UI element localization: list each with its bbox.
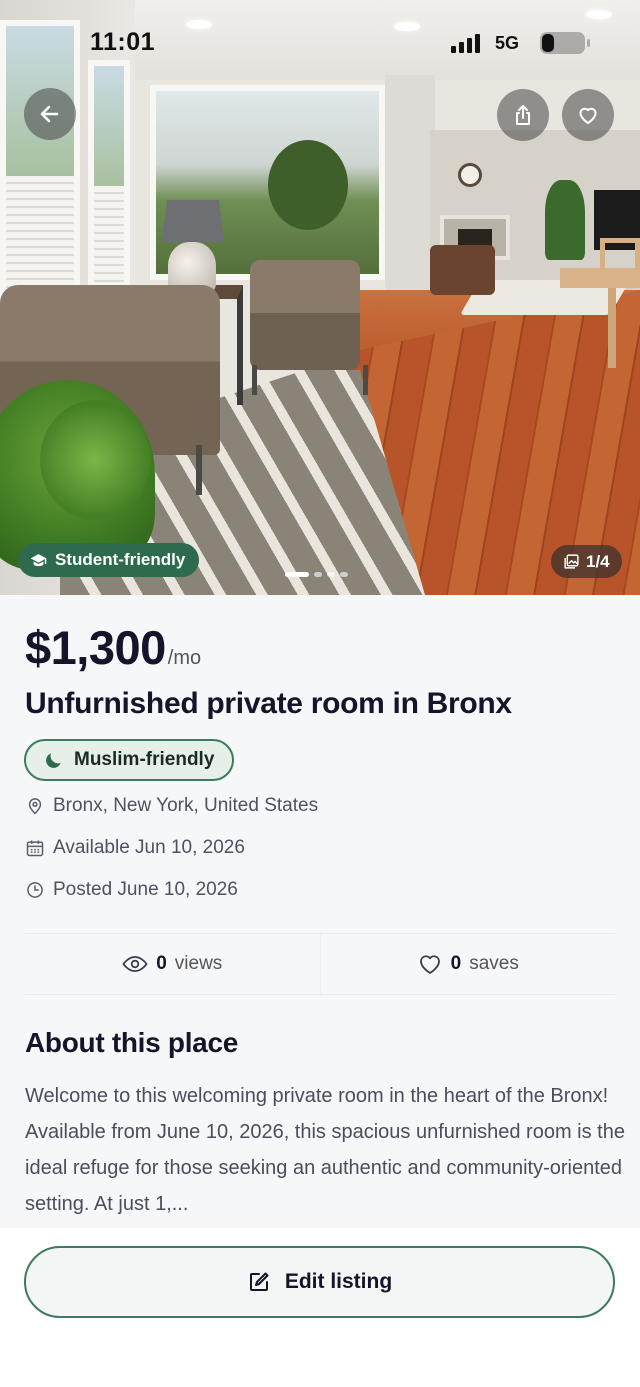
photo-couch bbox=[430, 245, 495, 295]
heart-icon bbox=[579, 107, 597, 124]
price-amount: $1,300 bbox=[25, 621, 166, 674]
about-heading: About this place bbox=[25, 1027, 238, 1058]
photo-armchair bbox=[250, 260, 368, 395]
arrow-left-icon bbox=[40, 105, 59, 123]
listing-availability: Available Jun 10, 2026 bbox=[25, 837, 245, 859]
listing-price: $1,300 /mo bbox=[25, 620, 201, 675]
listing-posted-date: Posted June 10, 2026 bbox=[25, 879, 238, 901]
favorite-button[interactable] bbox=[562, 89, 614, 141]
pagination-dot-active bbox=[285, 572, 309, 577]
calendar-icon bbox=[26, 840, 44, 857]
price-unit: /mo bbox=[167, 647, 202, 669]
status-time: 11:01 bbox=[90, 28, 156, 56]
views-stat: 0 views bbox=[25, 934, 320, 994]
pagination-dot bbox=[314, 572, 322, 577]
graduation-cap-icon bbox=[30, 553, 47, 566]
photo-chair bbox=[600, 238, 640, 273]
listing-title: Unfurnished private room in Bronx bbox=[25, 687, 512, 720]
bottom-action-bar: Edit listing bbox=[0, 1228, 640, 1387]
photo-clock bbox=[458, 163, 482, 187]
listing-details: $1,300 /mo Unfurnished private room in B… bbox=[0, 595, 640, 1228]
photo-pagination-dots bbox=[285, 572, 348, 577]
edit-listing-button[interactable]: Edit listing bbox=[24, 1246, 615, 1318]
photo-counter: 1/4 bbox=[551, 545, 622, 578]
pagination-dot bbox=[340, 572, 348, 577]
listing-stats: 0 views 0 saves bbox=[25, 933, 615, 995]
status-bar: 11:01 5G bbox=[0, 0, 640, 88]
heart-outline-icon bbox=[419, 955, 440, 974]
edit-listing-label: Edit listing bbox=[284, 1270, 393, 1293]
crescent-moon-icon bbox=[46, 753, 61, 768]
battery-icon bbox=[540, 32, 590, 54]
listing-location: Bronx, New York, United States bbox=[25, 795, 318, 817]
muslim-friendly-tag: Muslim-friendly bbox=[24, 739, 235, 781]
student-badge-label: Student-friendly bbox=[55, 550, 186, 569]
pagination-dot bbox=[327, 572, 335, 577]
muslim-friendly-label: Muslim-friendly bbox=[74, 749, 215, 770]
eye-icon bbox=[122, 956, 148, 972]
share-icon bbox=[516, 105, 530, 125]
cellular-signal-icon bbox=[451, 33, 480, 53]
photo-plant bbox=[40, 400, 150, 520]
saves-stat: 0 saves bbox=[319, 934, 616, 994]
back-button[interactable] bbox=[24, 88, 76, 140]
network-type: 5G bbox=[495, 33, 520, 53]
availability-text: Available Jun 10, 2026 bbox=[53, 837, 245, 858]
edit-icon bbox=[249, 1272, 269, 1291]
photo-counter-label: 1/4 bbox=[586, 551, 610, 571]
photo-window bbox=[88, 60, 130, 290]
views-label: views bbox=[174, 953, 223, 974]
views-count: 0 bbox=[156, 953, 167, 974]
posted-text: Posted June 10, 2026 bbox=[53, 879, 238, 900]
photo-plant bbox=[545, 180, 585, 260]
map-pin-icon bbox=[28, 798, 42, 815]
listing-photo[interactable]: 11:01 5G Student-friendly 1/4 bbox=[0, 0, 640, 595]
gallery-icon bbox=[564, 554, 579, 569]
saves-label: saves bbox=[469, 953, 519, 974]
clock-icon bbox=[27, 882, 43, 898]
location-text: Bronx, New York, United States bbox=[53, 795, 319, 816]
photo-lamp bbox=[162, 200, 224, 242]
student-friendly-badge: Student-friendly bbox=[18, 543, 200, 577]
photo-tree bbox=[268, 140, 348, 230]
about-description[interactable]: Welcome to this welcoming private room i… bbox=[25, 1078, 625, 1222]
share-button[interactable] bbox=[497, 89, 549, 141]
saves-count: 0 bbox=[450, 953, 462, 974]
